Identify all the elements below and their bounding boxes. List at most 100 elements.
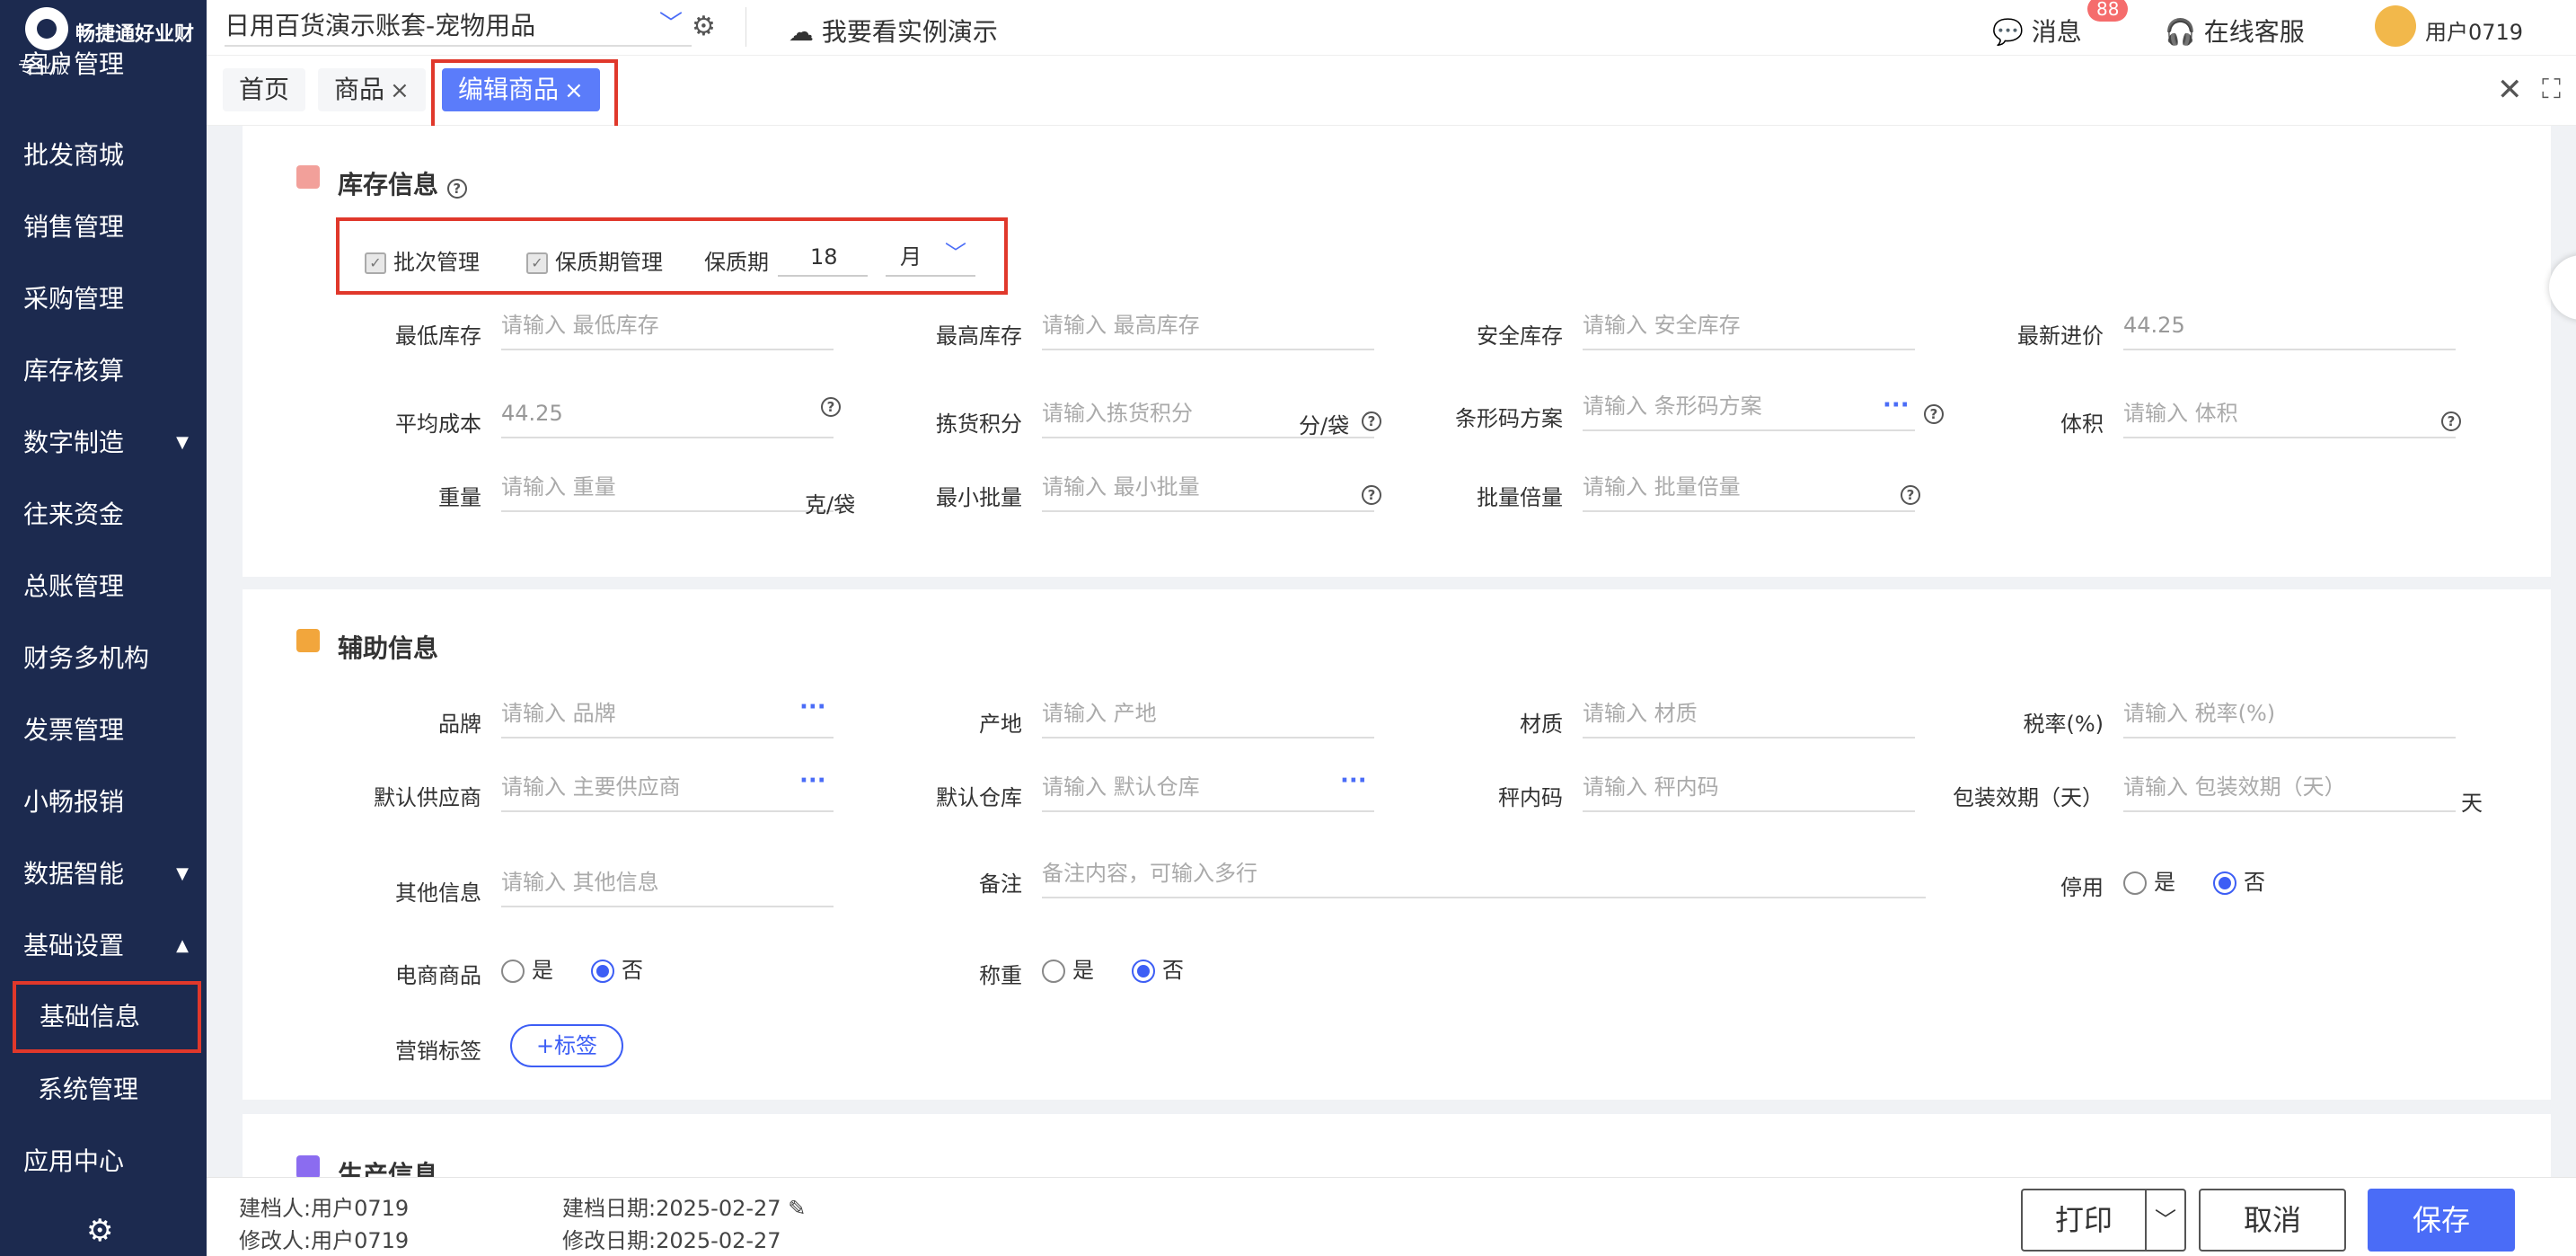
sidebar-item-ledger[interactable]: 总账管理 xyxy=(0,551,207,623)
help-icon[interactable]: ? xyxy=(1362,485,1381,505)
weighing-yes-radio[interactable]: 是 xyxy=(1042,952,1094,984)
disabled-yes-radio[interactable]: 是 xyxy=(2123,864,2175,896)
sidebar-item-label: 应用中心 xyxy=(23,1146,125,1176)
edit-icon[interactable]: ✎ xyxy=(788,1196,806,1221)
more-dots-icon[interactable]: ··· xyxy=(1883,392,1910,419)
shelf-unit-select[interactable]: 月 ﹀ xyxy=(886,237,975,277)
service-button[interactable]: 🎧 在线客服 xyxy=(2165,13,2305,49)
close-icon[interactable]: × xyxy=(390,77,410,104)
weight-input[interactable]: 请输入 重量 xyxy=(501,467,834,512)
close-icon[interactable]: × xyxy=(564,77,584,104)
brand-input[interactable]: 请输入 品牌 xyxy=(501,694,834,739)
assistant-float-button[interactable] xyxy=(2549,255,2576,320)
sidebar-item-basic-settings[interactable]: 基础设置 ▲ xyxy=(0,910,207,982)
default-supplier-input[interactable]: 请输入 主要供应商 xyxy=(501,767,834,812)
min-stock-input[interactable]: 请输入 最低库存 xyxy=(501,305,834,350)
checkbox-label: 批次管理 xyxy=(393,250,480,275)
latest-price-input[interactable]: 44.25 xyxy=(2123,305,2456,350)
field-label: 默认供应商 xyxy=(374,785,481,810)
close-icon[interactable]: ✕ xyxy=(2497,72,2523,108)
sidebar-item-multi-org[interactable]: 财务多机构 xyxy=(0,623,207,694)
field-label: 拣货积分 xyxy=(936,411,1022,437)
demo-link[interactable]: ☁ 我要看实例演示 xyxy=(789,13,998,49)
sidebar-item-manufacturing[interactable]: 数字制造 ▼ xyxy=(0,407,207,479)
save-button[interactable]: 保存 xyxy=(2368,1189,2515,1252)
volume-input[interactable]: 请输入 体积 xyxy=(2123,394,2456,438)
field-label: 最高库存 xyxy=(936,323,1022,349)
grid-icon xyxy=(296,1155,320,1179)
safety-stock-input[interactable]: 请输入 安全库存 xyxy=(1583,305,1915,350)
more-dots-icon[interactable]: ··· xyxy=(799,694,826,721)
ecommerce-no-radio[interactable]: 否 xyxy=(591,952,643,984)
help-icon[interactable]: ? xyxy=(2441,411,2461,431)
sidebar-item-data-intel[interactable]: 数据智能 ▼ xyxy=(0,838,207,910)
caret-down-icon: ▼ xyxy=(176,864,189,883)
modifier-label: 修改人: xyxy=(239,1228,312,1253)
cancel-button[interactable]: 取消 xyxy=(2199,1189,2346,1252)
message-icon: 💬 xyxy=(1992,17,2032,47)
scale-code-input[interactable]: 请输入 秤内码 xyxy=(1583,767,1915,812)
batch-mgmt-checkbox[interactable]: ✓ 批次管理 xyxy=(365,244,480,276)
user-name[interactable]: 用户0719 xyxy=(2425,14,2523,46)
sidebar-item-label: 基础设置 xyxy=(23,931,125,960)
shelf-unit-value: 月 xyxy=(900,244,922,270)
sidebar-item-sales[interactable]: 销售管理 xyxy=(0,191,207,263)
field-label: 包装效期（天） xyxy=(1953,785,2104,810)
ecommerce-yes-radio[interactable]: 是 xyxy=(501,952,553,984)
shelf-mgmt-checkbox[interactable]: ✓ 保质期管理 xyxy=(526,244,663,276)
fullscreen-icon[interactable]: ⛶ xyxy=(2542,74,2561,105)
sidebar-item-customers[interactable]: 客户管理 xyxy=(0,47,207,83)
disabled-no-radio[interactable]: 否 xyxy=(2213,864,2265,896)
sidebar-item-basic-info[interactable]: 基础信息 xyxy=(13,981,201,1053)
sidebar-item-label: 批发商城 xyxy=(23,140,125,170)
settings-icon[interactable]: ⚙ xyxy=(692,11,716,42)
sidebar-item-system-mgmt[interactable]: 系统管理 xyxy=(0,1054,207,1126)
modified-date-value: 2025-02-27 xyxy=(656,1228,781,1253)
account-select[interactable]: 日用百货演示账套-宠物用品 ﹀ xyxy=(225,5,692,47)
weighing-no-radio[interactable]: 否 xyxy=(1132,952,1184,984)
unit-suffix: 分/袋 xyxy=(1299,413,1350,438)
sidebar: 畅捷通好业财 专业版 客户管理 批发商城 销售管理 采购管理 库存核算 数字制造… xyxy=(0,0,207,1256)
tax-rate-input[interactable]: 请输入 税率(%) xyxy=(2123,694,2456,739)
sidebar-item-funds[interactable]: 往来资金 xyxy=(0,479,207,551)
more-dots-icon[interactable]: ··· xyxy=(1340,767,1367,794)
sidebar-item-inventory[interactable]: 库存核算 xyxy=(0,335,207,407)
tab-home[interactable]: 首页 xyxy=(223,68,306,111)
pack-expiry-input[interactable]: 请输入 包装效期（天） xyxy=(2123,767,2456,812)
tab-goods[interactable]: 商品 × xyxy=(318,68,426,111)
avg-cost-input[interactable]: 44.25 xyxy=(501,394,834,438)
help-icon[interactable]: ? xyxy=(1924,404,1944,424)
material-input[interactable]: 请输入 材质 xyxy=(1583,694,1915,739)
add-tag-button[interactable]: +标签 xyxy=(510,1024,623,1067)
shelf-life-input[interactable]: 18 xyxy=(778,237,868,277)
print-button[interactable]: 打印 xyxy=(2021,1189,2145,1252)
sidebar-item-expense[interactable]: 小畅报销 xyxy=(0,766,207,838)
sidebar-item-purchase[interactable]: 采购管理 xyxy=(0,263,207,335)
chevron-down-icon[interactable]: ﹀ xyxy=(2145,1189,2186,1252)
default-warehouse-input[interactable]: 请输入 默认仓库 xyxy=(1042,767,1374,812)
tab-edit-goods[interactable]: 编辑商品 × xyxy=(442,68,600,111)
help-icon[interactable]: ? xyxy=(1901,485,1920,505)
messages-button[interactable]: 💬 消息 xyxy=(1992,13,2082,49)
max-stock-input[interactable]: 请输入 最高库存 xyxy=(1042,305,1374,350)
min-batch-input[interactable]: 请输入 最小批量 xyxy=(1042,467,1374,512)
sidebar-item-wholesale[interactable]: 批发商城 xyxy=(0,119,207,191)
remarks-input[interactable]: 备注内容，可输入多行 xyxy=(1042,854,1926,898)
help-icon[interactable]: ? xyxy=(821,397,841,417)
batch-multiple-input[interactable]: 请输入 批量倍量 xyxy=(1583,467,1915,512)
gear-icon[interactable]: ⚙ xyxy=(86,1213,113,1249)
barcode-scheme-input[interactable]: 请输入 条形码方案 xyxy=(1583,386,1915,431)
field-label: 批量倍量 xyxy=(1477,485,1563,510)
more-dots-icon[interactable]: ··· xyxy=(799,767,826,794)
other-info-input[interactable]: 请输入 其他信息 xyxy=(501,862,834,907)
sidebar-item-invoice[interactable]: 发票管理 xyxy=(0,694,207,766)
radio-icon xyxy=(501,960,525,983)
radio-selected-icon xyxy=(1132,960,1155,983)
checkbox-label: 保质期管理 xyxy=(555,250,663,275)
help-icon[interactable]: ? xyxy=(446,179,467,199)
sidebar-item-app-center[interactable]: 应用中心 xyxy=(0,1126,207,1198)
field-label: 安全库存 xyxy=(1477,323,1563,349)
avatar[interactable] xyxy=(2375,5,2416,47)
origin-input[interactable]: 请输入 产地 xyxy=(1042,694,1374,739)
help-icon[interactable]: ? xyxy=(1362,411,1381,431)
